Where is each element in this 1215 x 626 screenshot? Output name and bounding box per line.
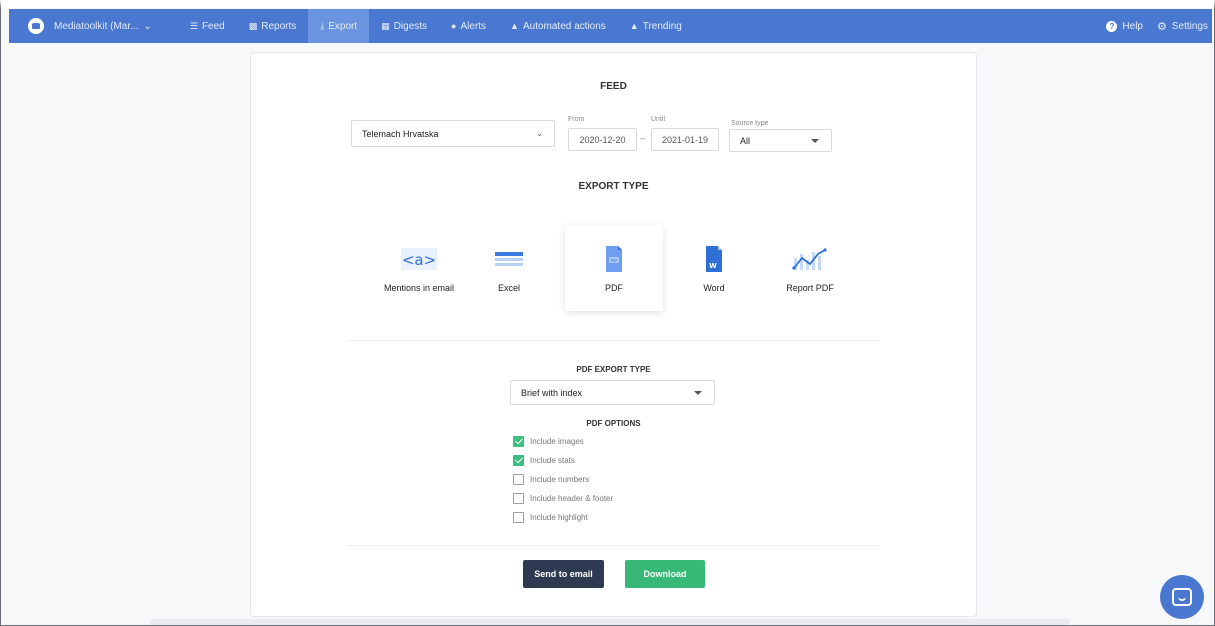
export-type-title: EXPORT TYPE [578, 181, 649, 192]
chat-launcher-button[interactable] [1160, 575, 1204, 619]
mention-glyph: <a> [402, 251, 436, 269]
tile-word-label: Word [703, 283, 725, 293]
date-range-dash: – [640, 133, 646, 143]
checkbox-checked-icon[interactable] [513, 436, 524, 447]
report-chart-graphic [792, 248, 827, 270]
list-icon: ☰ [189, 20, 198, 31]
tile-report-pdf[interactable]: Report PDF [761, 225, 859, 311]
workspace-switcher[interactable]: Mediatoolkit (Mar... ⌄ [54, 21, 152, 32]
pdf-export-type-value: Brief with index [521, 387, 583, 398]
nav-export[interactable]: ⤓ Export [308, 9, 370, 43]
option-include-stats-label: Include stats [530, 456, 575, 465]
source-type-select[interactable]: All [729, 129, 832, 152]
nav-reports-label: Reports [261, 20, 297, 32]
chevron-down-icon: ⌄ [536, 129, 543, 138]
bell-icon: ● [451, 21, 457, 31]
download-icon: ⤓ [320, 20, 325, 31]
gear-icon: ⚙ [1156, 20, 1167, 33]
mention-email-icon: <a> [399, 241, 439, 277]
nav-trending[interactable]: ▲ Trending [618, 9, 694, 43]
download-button[interactable]: Download [625, 560, 705, 588]
from-date-input[interactable]: 2020-12-20 [568, 128, 637, 151]
help-label: Help [1122, 20, 1143, 32]
pdf-icon: PDF [594, 241, 634, 277]
pdf-options-title: PDF OPTIONS [586, 419, 641, 428]
feed-section-title: FEED [600, 81, 627, 92]
until-date-input[interactable]: 2021-01-19 [651, 128, 719, 151]
nav-trending-label: Trending [642, 20, 682, 32]
export-card: FEED Telemach Hrvatska ⌄ From 2020-12-20… [250, 52, 977, 617]
top-navigation: Mediatoolkit (Mar... ⌄ ☰ Feed ▩ Reports … [9, 9, 1212, 43]
pdf-export-type-title: PDF EXPORT TYPE [576, 365, 651, 374]
until-label: Until [651, 116, 666, 123]
tile-excel-label: Excel [497, 283, 520, 293]
section-divider [347, 340, 880, 341]
report-chart-icon [788, 241, 832, 277]
help-icon: ? [1106, 20, 1118, 32]
pdf-export-type-select[interactable]: Brief with index [510, 380, 715, 405]
option-include-header-footer-label: Include header & footer [530, 494, 614, 503]
excel-icon [489, 241, 529, 277]
fire-icon: ▲ [629, 21, 639, 31]
nav-alerts-label: Alerts [460, 20, 487, 32]
option-include-images[interactable]: Include images [513, 436, 584, 447]
tile-word[interactable]: W Word [665, 225, 763, 311]
tile-pdf[interactable]: PDF PDF [565, 225, 663, 311]
option-include-stats[interactable]: Include stats [513, 455, 575, 466]
word-graphic: W [706, 246, 722, 272]
mention-email-graphic: <a> [401, 248, 437, 270]
nav-feed-label: Feed [201, 20, 225, 32]
bar-chart-icon: ▩ [248, 20, 258, 31]
from-label: From [568, 116, 585, 123]
excel-graphic [495, 252, 523, 266]
section-divider-bottom [347, 545, 880, 546]
nav-reports[interactable]: ▩ Reports [237, 9, 309, 43]
mediatoolkit-logo-icon[interactable] [28, 18, 44, 34]
checkbox-checked-icon[interactable] [513, 455, 524, 466]
tile-excel[interactable]: Excel [460, 225, 558, 311]
option-include-highlight[interactable]: Include highlight [513, 512, 588, 523]
option-include-images-label: Include images [530, 437, 584, 446]
nav-automated-actions-label: Automated actions [522, 20, 606, 32]
checkbox-empty-icon[interactable] [513, 474, 524, 485]
option-include-highlight-label: Include highlight [530, 513, 588, 522]
pdf-glyph: PDF [611, 259, 618, 263]
pdf-graphic: PDF [606, 246, 622, 272]
nav-feed[interactable]: ☰ Feed [178, 9, 237, 43]
help-link[interactable]: ? Help [1106, 20, 1143, 32]
workspace-name: Mediatoolkit (Mar... [54, 20, 139, 32]
nav-digests[interactable]: ▦ Digests [369, 9, 439, 43]
settings-link[interactable]: ⚙ Settings [1157, 20, 1208, 33]
digest-icon: ▦ [381, 20, 390, 31]
nav-automated-actions[interactable]: ▲ Automated actions [498, 9, 618, 43]
robot-icon: ▲ [510, 21, 519, 31]
settings-label: Settings [1171, 20, 1208, 32]
option-include-header-footer[interactable]: Include header & footer [513, 493, 613, 504]
feed-select[interactable]: Telemach Hrvatska ⌄ [351, 120, 555, 147]
chat-bubble-icon [1172, 588, 1192, 606]
tile-pdf-label: PDF [605, 283, 623, 293]
footer-shadow [150, 619, 1070, 625]
source-type-value: All [740, 135, 751, 146]
send-to-email-button[interactable]: Send to email [523, 560, 604, 588]
chevron-down-icon: ⌄ [143, 20, 152, 32]
tile-report-pdf-label: Report PDF [786, 283, 834, 293]
option-include-numbers-label: Include numbers [530, 475, 590, 484]
nav-alerts[interactable]: ● Alerts [439, 9, 498, 43]
caret-down-icon [694, 391, 702, 395]
caret-down-icon [811, 139, 819, 143]
nav-digests-label: Digests [393, 20, 428, 32]
tile-mentions-in-email[interactable]: <a> Mentions in email [370, 225, 468, 311]
checkbox-empty-icon[interactable] [513, 512, 524, 523]
feed-select-value: Telemach Hrvatska [362, 128, 439, 139]
source-type-label: Source type [731, 120, 769, 127]
tile-mentions-label: Mentions in email [383, 283, 455, 293]
checkbox-empty-icon[interactable] [513, 493, 524, 504]
word-icon: W [694, 241, 734, 277]
nav-export-label: Export [328, 20, 358, 32]
word-glyph: W [709, 262, 717, 270]
option-include-numbers[interactable]: Include numbers [513, 474, 589, 485]
